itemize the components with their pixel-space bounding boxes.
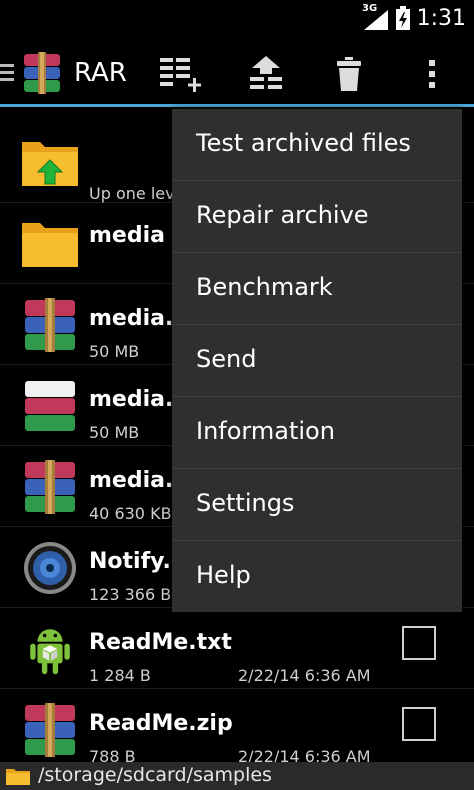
menu-item-repair-archive[interactable]: Repair archive (172, 181, 462, 253)
list-item-date: 2/22/14 6:36 AM (238, 666, 371, 685)
menu-item-label: Settings (196, 489, 295, 517)
menu-item-label: Send (196, 345, 257, 373)
android-icon (30, 629, 70, 675)
action-bar (0, 38, 474, 106)
status-bar: 3G 1:31 (0, 0, 474, 38)
up-folder-icon (22, 142, 78, 186)
rar-archive-icon (25, 460, 75, 514)
rar-logo-icon[interactable] (22, 52, 62, 94)
menu-item-label: Benchmark (196, 273, 333, 301)
list-item[interactable]: ReadMe.zip 788 B 2/22/14 6:36 AM (0, 689, 474, 770)
list-item-size: 50 MB (89, 423, 140, 442)
menu-item-help[interactable]: Help (172, 541, 462, 613)
menu-item-send[interactable]: Send (172, 325, 462, 397)
rar-archive-icon (25, 703, 75, 757)
menu-item-benchmark[interactable]: Benchmark (172, 253, 462, 325)
list-item-size: 1 284 B (89, 666, 151, 685)
path-bar: /storage/sdcard/samples (0, 762, 474, 790)
clock: 1:31 (416, 6, 466, 31)
menu-item-label: Information (196, 417, 335, 445)
current-path: /storage/sdcard/samples (38, 764, 272, 786)
rar-volume-icon (25, 381, 75, 431)
action-bar-divider (0, 104, 474, 107)
folder-icon (6, 769, 30, 785)
list-item-size: 50 MB (89, 342, 140, 361)
menu-item-information[interactable]: Information (172, 397, 462, 469)
menu-item-label: Test archived files (196, 129, 411, 157)
list-item-name: ReadMe.zip (89, 711, 233, 736)
app-title: RAR (74, 58, 127, 88)
signal-icon (364, 10, 388, 30)
menu-item-label: Repair archive (196, 201, 369, 229)
list-item-size: 123 366 B (89, 585, 172, 604)
overflow-menu: Test archived files Repair archive Bench… (172, 109, 462, 612)
rar-archive-icon (25, 298, 75, 352)
folder-icon (22, 223, 78, 267)
list-item-size: 40 630 KB (89, 504, 172, 523)
select-checkbox[interactable] (402, 707, 436, 741)
select-checkbox[interactable] (402, 626, 436, 660)
add-to-archive-icon[interactable] (160, 56, 206, 92)
list-item-name: ReadMe.txt (89, 630, 232, 655)
up-icon[interactable] (248, 56, 284, 92)
audio-file-icon (24, 542, 76, 594)
overflow-icon[interactable] (426, 56, 438, 92)
menu-item-settings[interactable]: Settings (172, 469, 462, 541)
menu-item-test-archived-files[interactable]: Test archived files (172, 109, 462, 181)
list-item-name: media (89, 223, 165, 248)
battery-icon (396, 6, 410, 30)
list-item[interactable]: ReadMe.txt 1 284 B 2/22/14 6:36 AM (0, 608, 474, 689)
drawer-icon[interactable] (0, 62, 14, 84)
menu-item-label: Help (196, 561, 251, 589)
delete-icon[interactable] (336, 56, 362, 92)
